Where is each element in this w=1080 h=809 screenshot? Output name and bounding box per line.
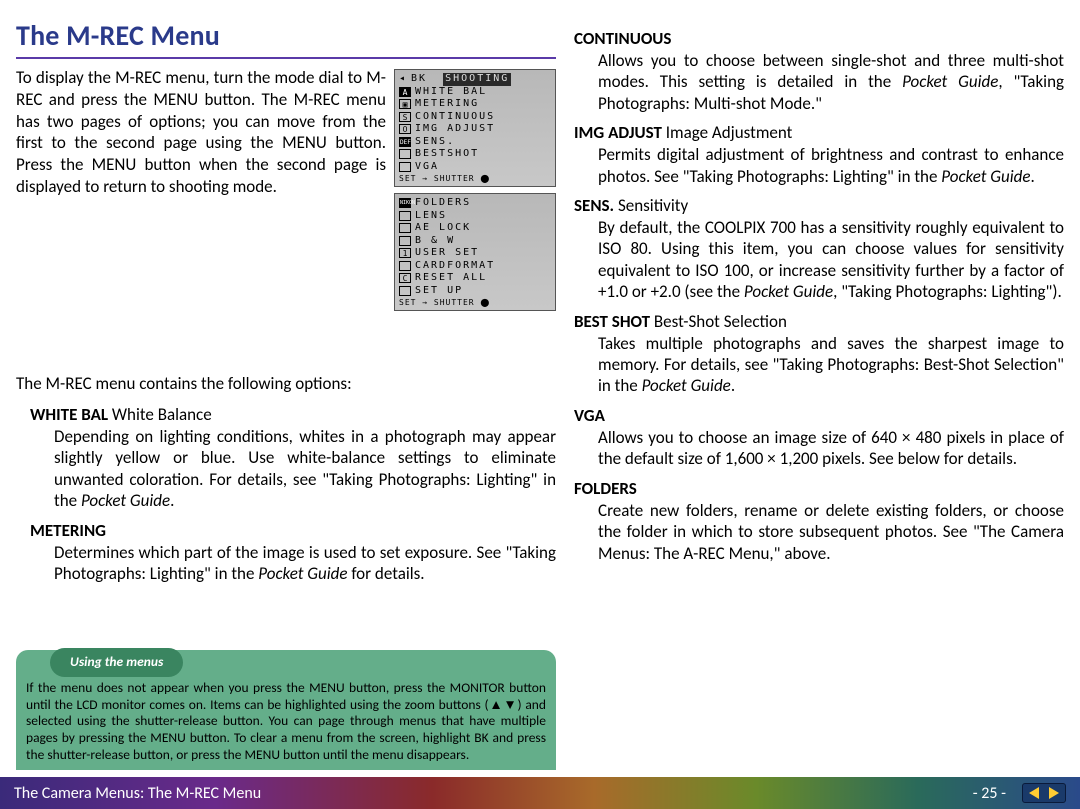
desc-img-adjust: Permits digital adjustment of brightness… — [598, 144, 1064, 187]
menu-label: LENS — [415, 210, 447, 223]
desc-continuous: Allows you to choose between single-shot… — [598, 50, 1064, 114]
menu-icon: C — [399, 273, 411, 283]
menu-label: IMG ADJUST — [415, 123, 495, 136]
lcd-screen-2: NIKON FOLDERS LENS AE LOCK B & W 1 USER SE… — [394, 193, 556, 311]
tip-body: If the menu does not appear when you pre… — [26, 680, 546, 764]
menu-icon — [399, 236, 411, 246]
lcd-screenshots: ◂BK SHOOTING AWHITE BAL ▣METERING SCONTI… — [394, 69, 556, 311]
footer-breadcrumb: The Camera Menus: The M-REC Menu — [14, 784, 261, 803]
menu-label: METERING — [415, 98, 479, 111]
arrow-left-icon[interactable] — [1027, 785, 1043, 801]
left-column: The M-REC Menu To display the M-REC menu… — [16, 18, 556, 770]
menu-label: RESET ALL — [415, 272, 487, 285]
arrow-right-icon[interactable] — [1045, 785, 1061, 801]
menu-label: B & W — [415, 235, 455, 248]
menu-label: VGA — [415, 161, 439, 174]
page-number: - 25 - — [973, 784, 1006, 803]
desc-folders: Create new folders, rename or delete exi… — [598, 500, 1064, 564]
lcd-screen-1: ◂BK SHOOTING AWHITE BAL ▣METERING SCONTI… — [394, 69, 556, 187]
screen-header: SHOOTING — [443, 73, 511, 86]
menu-label: SET UP — [415, 285, 463, 298]
menu-label: CARDFORMAT — [415, 260, 495, 273]
menu-icon: O — [399, 124, 411, 134]
menu-icon: S — [399, 112, 411, 122]
heading-metering: METERING — [30, 520, 556, 541]
menu-icon: DEF — [399, 137, 411, 147]
menu-icon — [399, 162, 411, 172]
menu-icon — [399, 261, 411, 271]
menu-icon — [399, 149, 411, 159]
page-title: The M-REC Menu — [16, 18, 556, 53]
heading-folders: FOLDERS — [574, 478, 1064, 499]
title-rule — [16, 57, 556, 59]
intro-text: To display the M-REC menu, turn the mode… — [16, 67, 386, 198]
right-column: CONTINUOUS Allows you to choose between … — [574, 18, 1064, 770]
nav-arrows[interactable] — [1022, 783, 1066, 803]
desc-sens: By default, the COOLPIX 700 has a sensit… — [598, 217, 1064, 303]
brand-icon: NIKON — [399, 198, 411, 208]
desc-white-bal: Depending on lighting conditions, whites… — [54, 426, 556, 512]
intro-wrap: To display the M-REC menu, turn the mode… — [16, 67, 556, 367]
menu-label: BESTSHOT — [415, 148, 479, 161]
screen-foot: SET → SHUTTER ⬤ — [399, 174, 551, 184]
desc-metering: Determines which part of the image is us… — [54, 542, 556, 585]
menu-label: FOLDERS — [415, 197, 471, 210]
tip-box: Using the menus If the menu does not app… — [16, 650, 556, 770]
screen-foot: SET → SHUTTER ⬤ — [399, 298, 551, 308]
page-body: The M-REC Menu To display the M-REC menu… — [0, 0, 1080, 770]
contains-text: The M-REC menu contains the following op… — [16, 373, 556, 394]
page-footer: The Camera Menus: The M-REC Menu - 25 - — [0, 777, 1080, 809]
menu-label: SENS. — [415, 136, 455, 149]
menu-icon: ▣ — [399, 99, 411, 109]
desc-vga: Allows you to choose an image size of 64… — [598, 427, 1064, 470]
menu-icon: A — [399, 87, 411, 97]
heading-img-adjust: IMG ADJUST Image Adjustment — [574, 122, 1064, 143]
menu-icon — [399, 211, 411, 221]
heading-continuous: CONTINUOUS — [574, 28, 1064, 49]
tip-tab: Using the menus — [50, 648, 183, 677]
menu-icon: 1 — [399, 248, 411, 258]
menu-label: WHITE BAL — [415, 86, 487, 99]
heading-vga: VGA — [574, 405, 1064, 426]
heading-sens: SENS. Sensitivity — [574, 195, 1064, 216]
menu-label: AE LOCK — [415, 222, 471, 235]
heading-best-shot: BEST SHOT Best-Shot Selection — [574, 311, 1064, 332]
heading-white-bal: WHITE BAL White Balance — [30, 404, 556, 425]
menu-label: USER SET — [415, 247, 479, 260]
menu-icon — [399, 286, 411, 296]
bk-label: BK — [411, 73, 427, 86]
menu-icon — [399, 223, 411, 233]
desc-best-shot: Takes multiple photographs and saves the… — [598, 333, 1064, 397]
menu-label: CONTINUOUS — [415, 111, 495, 124]
